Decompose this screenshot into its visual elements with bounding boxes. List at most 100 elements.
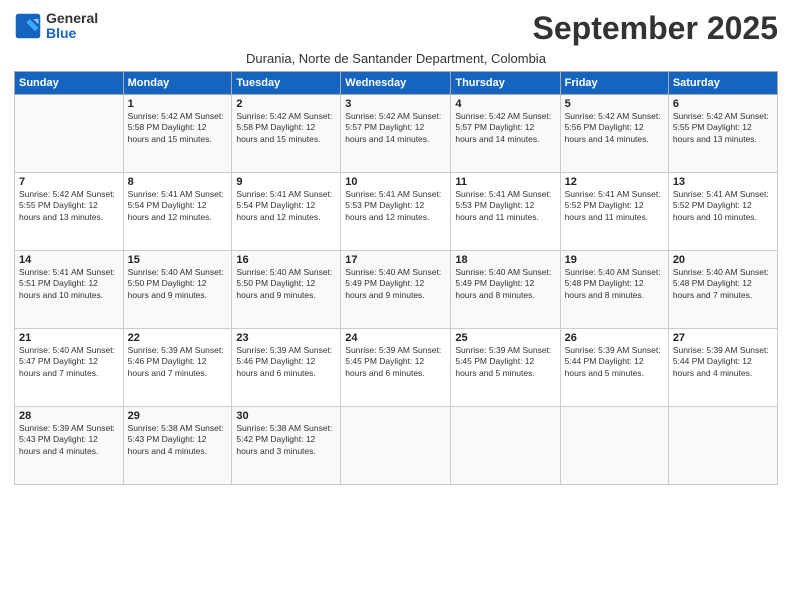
calendar-cell: [560, 407, 668, 485]
day-number: 10: [345, 176, 446, 188]
calendar-week-row: 1Sunrise: 5:42 AM Sunset: 5:58 PM Daylig…: [15, 95, 778, 173]
day-number: 5: [565, 98, 664, 110]
logo-icon: [14, 12, 42, 40]
day-info: Sunrise: 5:39 AM Sunset: 5:43 PM Dayligh…: [19, 423, 119, 457]
calendar-cell: 4Sunrise: 5:42 AM Sunset: 5:57 PM Daylig…: [451, 95, 560, 173]
day-number: 20: [673, 254, 773, 266]
calendar-cell: 15Sunrise: 5:40 AM Sunset: 5:50 PM Dayli…: [123, 251, 232, 329]
day-info: Sunrise: 5:38 AM Sunset: 5:42 PM Dayligh…: [236, 423, 336, 457]
calendar-cell: 23Sunrise: 5:39 AM Sunset: 5:46 PM Dayli…: [232, 329, 341, 407]
calendar-week-row: 21Sunrise: 5:40 AM Sunset: 5:47 PM Dayli…: [15, 329, 778, 407]
day-info: Sunrise: 5:42 AM Sunset: 5:58 PM Dayligh…: [236, 111, 336, 145]
calendar-cell: 13Sunrise: 5:41 AM Sunset: 5:52 PM Dayli…: [668, 173, 777, 251]
day-number: 1: [128, 98, 228, 110]
day-info: Sunrise: 5:41 AM Sunset: 5:53 PM Dayligh…: [345, 189, 446, 223]
day-number: 30: [236, 410, 336, 422]
day-info: Sunrise: 5:40 AM Sunset: 5:49 PM Dayligh…: [345, 267, 446, 301]
calendar-cell: 11Sunrise: 5:41 AM Sunset: 5:53 PM Dayli…: [451, 173, 560, 251]
day-number: 29: [128, 410, 228, 422]
day-number: 18: [455, 254, 555, 266]
calendar-cell: 7Sunrise: 5:42 AM Sunset: 5:55 PM Daylig…: [15, 173, 124, 251]
day-number: 26: [565, 332, 664, 344]
day-info: Sunrise: 5:41 AM Sunset: 5:54 PM Dayligh…: [236, 189, 336, 223]
calendar-cell: 28Sunrise: 5:39 AM Sunset: 5:43 PM Dayli…: [15, 407, 124, 485]
day-number: 16: [236, 254, 336, 266]
day-info: Sunrise: 5:40 AM Sunset: 5:48 PM Dayligh…: [565, 267, 664, 301]
day-info: Sunrise: 5:40 AM Sunset: 5:50 PM Dayligh…: [128, 267, 228, 301]
col-header-monday: Monday: [123, 72, 232, 95]
calendar-cell: 30Sunrise: 5:38 AM Sunset: 5:42 PM Dayli…: [232, 407, 341, 485]
col-header-sunday: Sunday: [15, 72, 124, 95]
day-info: Sunrise: 5:40 AM Sunset: 5:47 PM Dayligh…: [19, 345, 119, 379]
day-info: Sunrise: 5:42 AM Sunset: 5:55 PM Dayligh…: [19, 189, 119, 223]
month-title: September 2025: [533, 10, 778, 47]
col-header-thursday: Thursday: [451, 72, 560, 95]
calendar-cell: 12Sunrise: 5:41 AM Sunset: 5:52 PM Dayli…: [560, 173, 668, 251]
col-header-tuesday: Tuesday: [232, 72, 341, 95]
day-number: 19: [565, 254, 664, 266]
day-info: Sunrise: 5:38 AM Sunset: 5:43 PM Dayligh…: [128, 423, 228, 457]
day-info: Sunrise: 5:42 AM Sunset: 5:58 PM Dayligh…: [128, 111, 228, 145]
day-info: Sunrise: 5:42 AM Sunset: 5:56 PM Dayligh…: [565, 111, 664, 145]
calendar-cell: 21Sunrise: 5:40 AM Sunset: 5:47 PM Dayli…: [15, 329, 124, 407]
calendar-cell: 3Sunrise: 5:42 AM Sunset: 5:57 PM Daylig…: [341, 95, 451, 173]
day-info: Sunrise: 5:42 AM Sunset: 5:55 PM Dayligh…: [673, 111, 773, 145]
logo: General Blue: [14, 10, 98, 42]
calendar-cell: [668, 407, 777, 485]
day-number: 4: [455, 98, 555, 110]
calendar-cell: 2Sunrise: 5:42 AM Sunset: 5:58 PM Daylig…: [232, 95, 341, 173]
calendar-week-row: 7Sunrise: 5:42 AM Sunset: 5:55 PM Daylig…: [15, 173, 778, 251]
day-number: 3: [345, 98, 446, 110]
day-number: 13: [673, 176, 773, 188]
day-info: Sunrise: 5:39 AM Sunset: 5:44 PM Dayligh…: [565, 345, 664, 379]
day-number: 27: [673, 332, 773, 344]
calendar-cell: [15, 95, 124, 173]
page-container: General Blue September 2025 Durania, Nor…: [0, 0, 792, 491]
day-number: 22: [128, 332, 228, 344]
day-info: Sunrise: 5:42 AM Sunset: 5:57 PM Dayligh…: [455, 111, 555, 145]
calendar-week-row: 14Sunrise: 5:41 AM Sunset: 5:51 PM Dayli…: [15, 251, 778, 329]
calendar-week-row: 28Sunrise: 5:39 AM Sunset: 5:43 PM Dayli…: [15, 407, 778, 485]
calendar-cell: 29Sunrise: 5:38 AM Sunset: 5:43 PM Dayli…: [123, 407, 232, 485]
col-header-wednesday: Wednesday: [341, 72, 451, 95]
calendar-cell: 9Sunrise: 5:41 AM Sunset: 5:54 PM Daylig…: [232, 173, 341, 251]
day-info: Sunrise: 5:40 AM Sunset: 5:50 PM Dayligh…: [236, 267, 336, 301]
logo-line2: Blue: [46, 25, 98, 42]
calendar-cell: 20Sunrise: 5:40 AM Sunset: 5:48 PM Dayli…: [668, 251, 777, 329]
calendar-cell: 27Sunrise: 5:39 AM Sunset: 5:44 PM Dayli…: [668, 329, 777, 407]
calendar-cell: 6Sunrise: 5:42 AM Sunset: 5:55 PM Daylig…: [668, 95, 777, 173]
calendar-cell: 24Sunrise: 5:39 AM Sunset: 5:45 PM Dayli…: [341, 329, 451, 407]
day-info: Sunrise: 5:39 AM Sunset: 5:46 PM Dayligh…: [128, 345, 228, 379]
day-number: 7: [19, 176, 119, 188]
calendar-cell: 10Sunrise: 5:41 AM Sunset: 5:53 PM Dayli…: [341, 173, 451, 251]
day-info: Sunrise: 5:41 AM Sunset: 5:52 PM Dayligh…: [565, 189, 664, 223]
day-info: Sunrise: 5:41 AM Sunset: 5:52 PM Dayligh…: [673, 189, 773, 223]
calendar-cell: 17Sunrise: 5:40 AM Sunset: 5:49 PM Dayli…: [341, 251, 451, 329]
calendar-cell: 1Sunrise: 5:42 AM Sunset: 5:58 PM Daylig…: [123, 95, 232, 173]
day-number: 23: [236, 332, 336, 344]
col-header-saturday: Saturday: [668, 72, 777, 95]
day-info: Sunrise: 5:40 AM Sunset: 5:49 PM Dayligh…: [455, 267, 555, 301]
calendar-cell: 19Sunrise: 5:40 AM Sunset: 5:48 PM Dayli…: [560, 251, 668, 329]
calendar-header-row: SundayMondayTuesdayWednesdayThursdayFrid…: [15, 72, 778, 95]
calendar-cell: 16Sunrise: 5:40 AM Sunset: 5:50 PM Dayli…: [232, 251, 341, 329]
day-info: Sunrise: 5:41 AM Sunset: 5:53 PM Dayligh…: [455, 189, 555, 223]
calendar-cell: 22Sunrise: 5:39 AM Sunset: 5:46 PM Dayli…: [123, 329, 232, 407]
day-info: Sunrise: 5:39 AM Sunset: 5:46 PM Dayligh…: [236, 345, 336, 379]
day-number: 25: [455, 332, 555, 344]
day-number: 11: [455, 176, 555, 188]
day-number: 12: [565, 176, 664, 188]
calendar-cell: 5Sunrise: 5:42 AM Sunset: 5:56 PM Daylig…: [560, 95, 668, 173]
day-number: 17: [345, 254, 446, 266]
day-info: Sunrise: 5:42 AM Sunset: 5:57 PM Dayligh…: [345, 111, 446, 145]
day-number: 21: [19, 332, 119, 344]
subtitle: Durania, Norte de Santander Department, …: [14, 51, 778, 66]
col-header-friday: Friday: [560, 72, 668, 95]
day-number: 9: [236, 176, 336, 188]
day-number: 15: [128, 254, 228, 266]
day-number: 6: [673, 98, 773, 110]
calendar-cell: 26Sunrise: 5:39 AM Sunset: 5:44 PM Dayli…: [560, 329, 668, 407]
calendar-cell: [451, 407, 560, 485]
day-info: Sunrise: 5:39 AM Sunset: 5:45 PM Dayligh…: [455, 345, 555, 379]
calendar-cell: 18Sunrise: 5:40 AM Sunset: 5:49 PM Dayli…: [451, 251, 560, 329]
